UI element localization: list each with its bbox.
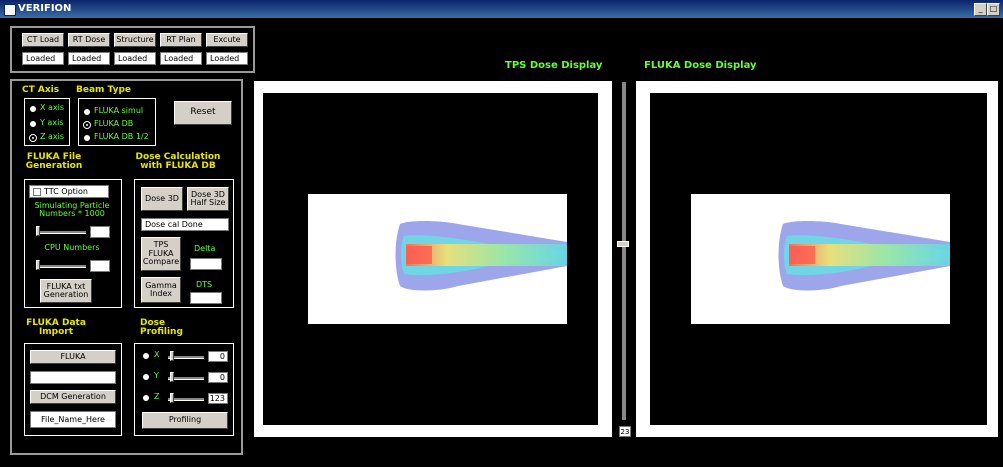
fluka-txt-generation-line2: Generation [43,290,89,299]
gamma-index-button[interactable]: Gamma Index [141,277,181,303]
fluka-simul-radio[interactable] [84,109,90,115]
title-bar: VERIFION _ □ [0,0,1003,18]
slice-value: 23 [619,426,631,437]
z-axis-label: Z axis [40,132,65,141]
structure-button[interactable]: Structure [114,33,156,47]
x-axis-label: X axis [40,103,65,112]
excute-status: Loaded [206,52,248,65]
rt-plan-status: Loaded [160,52,202,65]
ct-load-button[interactable]: CT Load [22,33,64,47]
gamma-line2: Index [149,289,173,298]
sim-particle-input[interactable] [90,226,110,238]
profile-z-radio[interactable] [143,395,149,401]
dts-label: DTS [196,280,213,289]
fluka-button[interactable]: FLUKA [30,350,116,364]
dose-3d-half-line2: Half Size [190,198,226,207]
dose-cal-status: Dose cal Done [141,218,229,231]
structure-status: Loaded [114,52,156,65]
rt-plan-button[interactable]: RT Plan [160,33,202,47]
cpu-numbers-input[interactable] [90,260,110,272]
sim-particle-slider-thumb[interactable] [36,226,40,236]
sim-particle-label-line2: Numbers * 1000 [39,209,105,219]
slice-slider-thumb[interactable] [617,241,629,248]
profile-x-radio[interactable] [143,353,149,359]
dts-value [190,292,222,304]
window-title: VERIFION [18,3,72,14]
compare-line3: Compare [142,257,180,267]
fluka-dose-image [691,194,950,324]
fluka-txt-generation-button[interactable]: FLUKA txt Generation [40,279,92,303]
minimize-button[interactable]: _ [974,3,987,16]
file-name-input[interactable]: File_Name_Here [30,411,116,428]
dose-3d-button[interactable]: Dose 3D [141,187,183,211]
dose-calc-title: Dose Calculation with FLUKA DB [128,152,228,172]
tps-dose-image [308,194,567,324]
excute-button[interactable]: Excute [206,33,248,47]
delta-label: Delta [194,244,216,253]
profile-z-label: Z [154,392,160,401]
rt-dose-button[interactable]: RT Dose [68,33,110,47]
fluka-path-input[interactable] [30,371,116,384]
profile-y-label: Y [154,371,159,380]
profiling-button[interactable]: Profiling [142,412,228,429]
fluka-db-half-radio[interactable] [84,135,90,141]
maximize-button[interactable]: □ [987,3,1000,16]
dcm-generation-button[interactable]: DCM Generation [30,390,116,404]
reset-button[interactable]: Reset [174,101,232,125]
profile-z-slider-thumb[interactable] [169,393,174,403]
tps-dose-distribution [395,221,567,291]
profile-y-slider-thumb[interactable] [169,372,174,382]
z-axis-radio[interactable] [29,134,37,142]
ct-axis-title: CT Axis [22,85,60,95]
fluka-file-title: FLUKA File Generation [24,152,84,172]
profile-y-radio[interactable] [143,374,149,380]
x-axis-radio[interactable] [30,106,36,112]
profiling-title-line2: Profiling [140,327,183,338]
ttc-option-box: TTC Option [29,185,109,198]
ttc-option-checkbox[interactable] [33,187,41,196]
cpu-numbers-label: CPU Numbers [44,243,100,252]
cpu-slider-thumb[interactable] [36,260,40,270]
ct-load-status: Loaded [22,52,64,65]
profiling-title: Dose Profiling [140,318,183,338]
profile-y-value[interactable]: 0 [208,372,228,383]
tps-fluka-compare-button[interactable]: TPS FLUKA Compare [141,237,181,271]
fluka-db-half-label: FLUKA DB 1/2 [94,132,149,141]
beam-type-title: Beam Type [76,85,132,95]
ttc-option-label: TTC Option [44,187,88,196]
tps-display-title: TPS Dose Display [505,60,603,71]
dose-calc-title-line2: with FLUKA DB [140,161,216,172]
profile-x-label: X [154,350,160,359]
fluka-simul-label: FLUKA simul [94,106,144,115]
delta-value [190,258,222,270]
profile-z-value[interactable]: 123 [208,393,228,404]
fluka-display-title: FLUKA Dose Display [644,60,757,71]
profile-x-value[interactable]: 0 [208,351,228,362]
cpu-slider-track[interactable] [36,265,86,268]
rt-dose-status: Loaded [68,52,110,65]
y-axis-label: Y axis [40,118,64,127]
sim-particle-label: Simulating Particle Numbers * 1000 [29,201,115,219]
fluka-dose-distribution [778,221,950,291]
app-icon [4,4,16,16]
fluka-file-title-line2: Generation [25,161,83,172]
dose-3d-half-size-button[interactable]: Dose 3D Half Size [187,187,229,211]
profile-x-slider-thumb[interactable] [169,351,174,361]
y-axis-radio[interactable] [30,121,36,127]
data-import-title: FLUKA Data Import [24,318,88,338]
sim-particle-slider-track[interactable] [36,231,86,234]
fluka-db-radio[interactable] [83,121,91,129]
slice-slider-track[interactable] [622,82,626,420]
fluka-db-label: FLUKA DB [94,119,134,128]
data-import-title-line2: Import [38,327,74,338]
